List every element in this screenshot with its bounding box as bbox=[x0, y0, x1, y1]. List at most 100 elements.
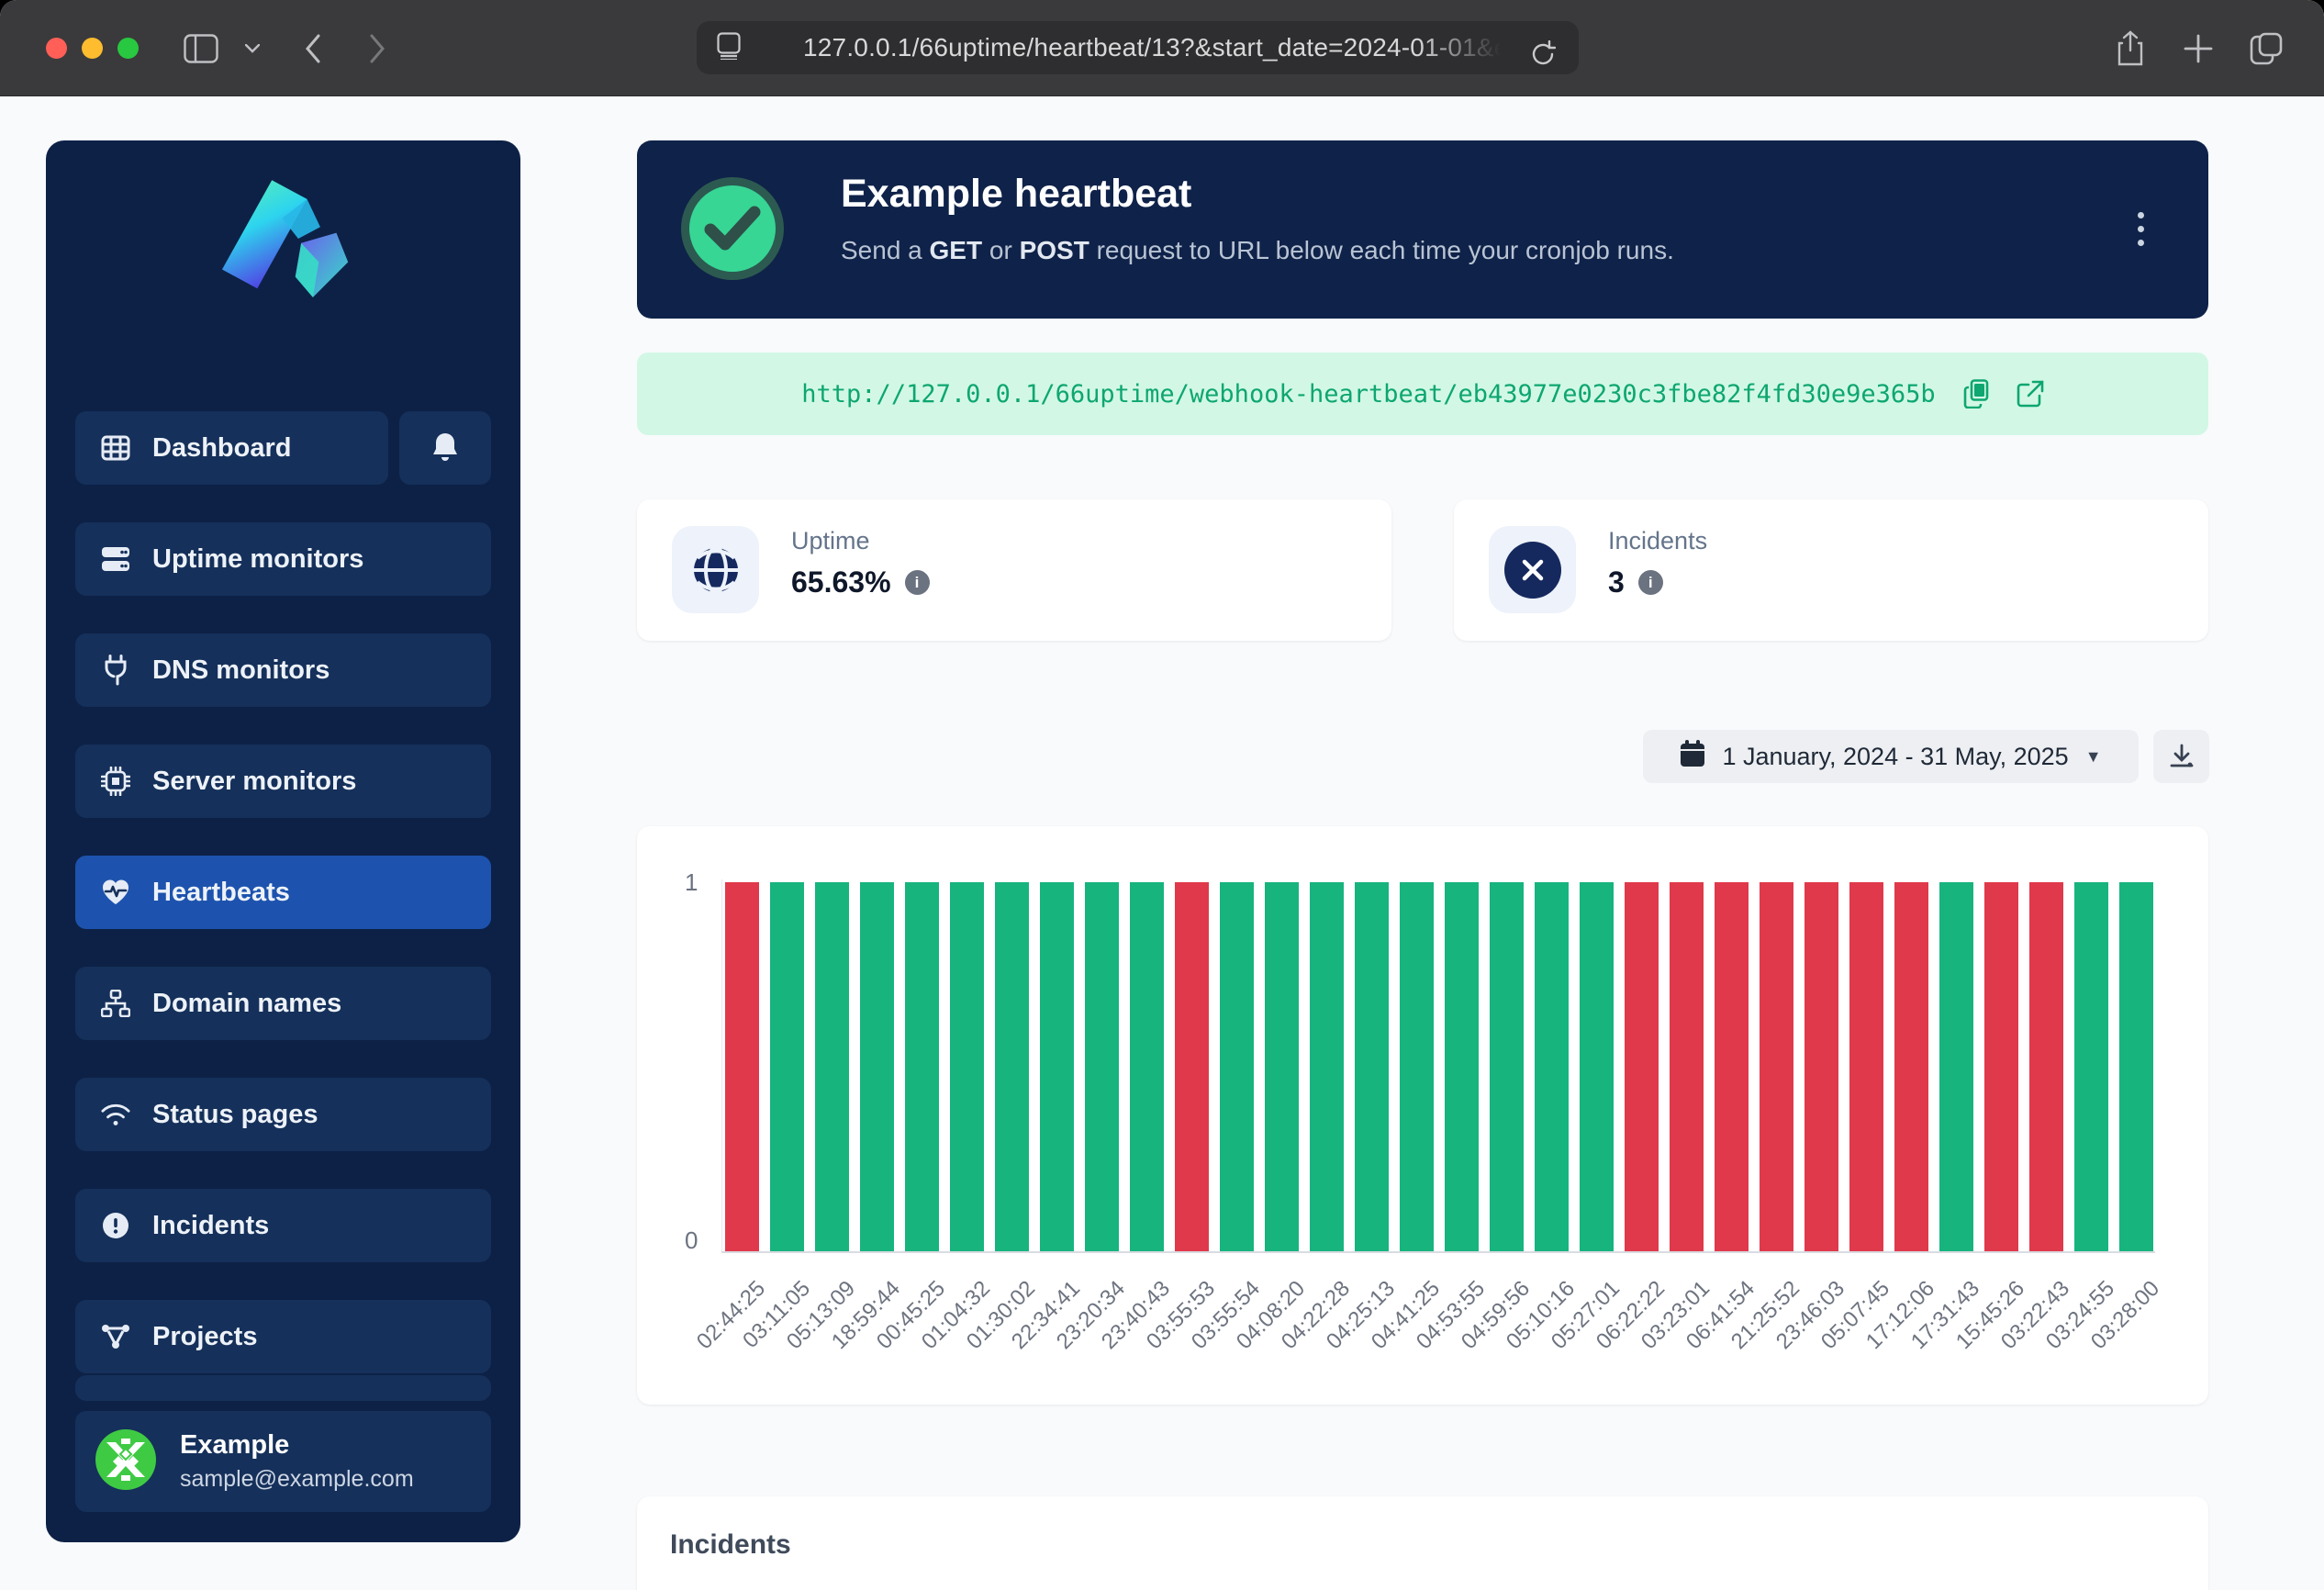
external-link-icon[interactable] bbox=[2017, 380, 2044, 408]
y-axis-tick-0: 0 bbox=[685, 1226, 698, 1255]
heartbeat-bar-down[interactable] bbox=[1175, 882, 1209, 1251]
bell-icon bbox=[430, 433, 460, 463]
kebab-menu-button[interactable] bbox=[2122, 201, 2159, 256]
x-axis-labels: 02:44:2503:11:0505:13:0918:59:4400:45:25… bbox=[725, 1265, 2153, 1394]
heartbeat-bar-down[interactable] bbox=[1715, 882, 1749, 1251]
address-bar[interactable]: 127.0.0.1/66uptime/heartbeat/13?&start_d… bbox=[697, 21, 1579, 74]
heartbeat-bar-up[interactable] bbox=[1085, 882, 1119, 1251]
heartbeat-bar-down[interactable] bbox=[725, 882, 759, 1251]
heartbeat-bar-up[interactable] bbox=[995, 882, 1029, 1251]
browser-toolbar: 127.0.0.1/66uptime/heartbeat/13?&start_d… bbox=[0, 0, 2324, 96]
heartbeat-bar-down[interactable] bbox=[1760, 882, 1793, 1251]
copy-icon[interactable] bbox=[1963, 379, 1989, 409]
heartbeat-bar-down[interactable] bbox=[1894, 882, 1928, 1251]
heartbeat-bar-up[interactable] bbox=[1130, 882, 1164, 1251]
heart-pulse-icon bbox=[101, 878, 130, 907]
x-circle-icon bbox=[1489, 526, 1576, 613]
tab-overview-icon[interactable] bbox=[2245, 28, 2287, 70]
incidents-value: 3 bbox=[1608, 565, 1625, 599]
uptime-value: 65.63% bbox=[791, 565, 891, 599]
info-icon[interactable]: i bbox=[1638, 570, 1663, 595]
heartbeat-bar-down[interactable] bbox=[2029, 882, 2063, 1251]
sidebar-item-uptime-monitors[interactable]: Uptime monitors bbox=[75, 522, 491, 596]
server-icon bbox=[101, 544, 130, 574]
chevron-down-icon[interactable] bbox=[231, 28, 274, 70]
sidebar-item-label: Domain names bbox=[152, 989, 341, 1019]
sidebar-item-partial bbox=[75, 1375, 491, 1401]
sidebar-item-label: Dashboard bbox=[152, 433, 291, 464]
forward-button[interactable] bbox=[356, 28, 398, 70]
heartbeat-bar-up[interactable] bbox=[1535, 882, 1569, 1251]
close-window-button[interactable] bbox=[46, 38, 67, 59]
heartbeat-bar-up[interactable] bbox=[1939, 882, 1973, 1251]
page-subtitle: Send a GET or POST request to URL below … bbox=[841, 236, 1674, 265]
heartbeat-bar-up[interactable] bbox=[2119, 882, 2153, 1251]
heartbeat-bar-up[interactable] bbox=[1580, 882, 1614, 1251]
user-name: Example bbox=[180, 1430, 414, 1461]
plug-icon bbox=[101, 655, 130, 685]
notifications-bell-button[interactable] bbox=[399, 411, 491, 485]
user-menu[interactable]: Example sample@example.com bbox=[75, 1411, 491, 1512]
info-icon[interactable]: i bbox=[905, 570, 930, 595]
y-axis-line bbox=[721, 879, 722, 1252]
heartbeat-bar-down[interactable] bbox=[1804, 882, 1838, 1251]
avatar bbox=[95, 1429, 156, 1495]
heartbeat-bar-down[interactable] bbox=[1849, 882, 1883, 1251]
share-icon[interactable] bbox=[2109, 28, 2151, 70]
cpu-icon bbox=[101, 767, 130, 796]
wifi-icon bbox=[101, 1100, 130, 1129]
heartbeat-bar-up[interactable] bbox=[1445, 882, 1479, 1251]
heartbeat-bar-down[interactable] bbox=[1625, 882, 1659, 1251]
heartbeat-bar-up[interactable] bbox=[770, 882, 804, 1251]
heartbeat-history-chart: 1 0 02:44:2503:11:0505:13:0918:59:4400:4… bbox=[637, 826, 2208, 1405]
sidebar-item-label: Status pages bbox=[152, 1100, 318, 1130]
heartbeat-bar-up[interactable] bbox=[905, 882, 939, 1251]
zoom-window-button[interactable] bbox=[117, 38, 139, 59]
uptime-stat-card: Uptime 65.63% i bbox=[637, 499, 1391, 641]
sidebar-item-projects[interactable]: Projects bbox=[75, 1300, 491, 1373]
sidebar-item-dashboard[interactable]: Dashboard bbox=[75, 411, 388, 485]
chart-bars bbox=[725, 882, 2153, 1251]
incidents-section: Incidents bbox=[637, 1496, 2208, 1590]
heartbeat-bar-up[interactable] bbox=[1220, 882, 1254, 1251]
heartbeat-bar-up[interactable] bbox=[815, 882, 849, 1251]
status-up-check-icon bbox=[681, 177, 784, 280]
heartbeat-bar-up[interactable] bbox=[1490, 882, 1524, 1251]
new-tab-icon[interactable] bbox=[2177, 28, 2219, 70]
sidebar-item-heartbeats[interactable]: Heartbeats bbox=[75, 856, 491, 929]
heartbeat-bar-up[interactable] bbox=[860, 882, 894, 1251]
heartbeat-bar-down[interactable] bbox=[1984, 882, 2018, 1251]
download-button[interactable] bbox=[2153, 730, 2209, 783]
sidebar-toggle-icon[interactable] bbox=[180, 28, 222, 70]
heartbeat-bar-up[interactable] bbox=[1400, 882, 1434, 1251]
heartbeat-bar-up[interactable] bbox=[950, 882, 984, 1251]
grid-icon bbox=[101, 433, 130, 463]
minimize-window-button[interactable] bbox=[82, 38, 103, 59]
sidebar-item-server-monitors[interactable]: Server monitors bbox=[75, 745, 491, 818]
back-button[interactable] bbox=[292, 28, 334, 70]
incidents-section-title: Incidents bbox=[670, 1529, 791, 1561]
sidebar-item-domain-names[interactable]: Domain names bbox=[75, 967, 491, 1040]
heartbeat-bar-up[interactable] bbox=[1355, 882, 1389, 1251]
heartbeat-bar-up[interactable] bbox=[1265, 882, 1299, 1251]
heartbeat-bar-up[interactable] bbox=[1040, 882, 1074, 1251]
sidebar-item-status-pages[interactable]: Status pages bbox=[75, 1078, 491, 1151]
heartbeat-header-card: Example heartbeat Send a GET or POST req… bbox=[637, 140, 2208, 319]
alert-circle-icon bbox=[101, 1211, 130, 1240]
reload-icon[interactable] bbox=[1522, 33, 1564, 75]
page-title: Example heartbeat bbox=[841, 172, 1191, 217]
sidebar-item-label: Uptime monitors bbox=[152, 544, 363, 575]
date-range-picker[interactable]: 1 January, 2024 - 31 May, 2025 ▼ bbox=[1643, 730, 2139, 783]
sidebar-item-incidents[interactable]: Incidents bbox=[75, 1189, 491, 1262]
heartbeat-bar-up[interactable] bbox=[2074, 882, 2108, 1251]
app-logo bbox=[210, 177, 357, 319]
user-email: sample@example.com bbox=[180, 1466, 414, 1493]
heartbeat-bar-down[interactable] bbox=[1670, 882, 1704, 1251]
heartbeat-bar-up[interactable] bbox=[1310, 882, 1344, 1251]
reader-page-icon bbox=[717, 32, 741, 64]
sidebar-item-label: Projects bbox=[152, 1322, 257, 1352]
calendar-icon bbox=[1680, 740, 1705, 774]
sidebar-item-dns-monitors[interactable]: DNS monitors bbox=[75, 633, 491, 707]
webhook-url: http://127.0.0.1/66uptime/webhook-heartb… bbox=[801, 380, 1935, 409]
sidebar-item-label: DNS monitors bbox=[152, 655, 330, 686]
